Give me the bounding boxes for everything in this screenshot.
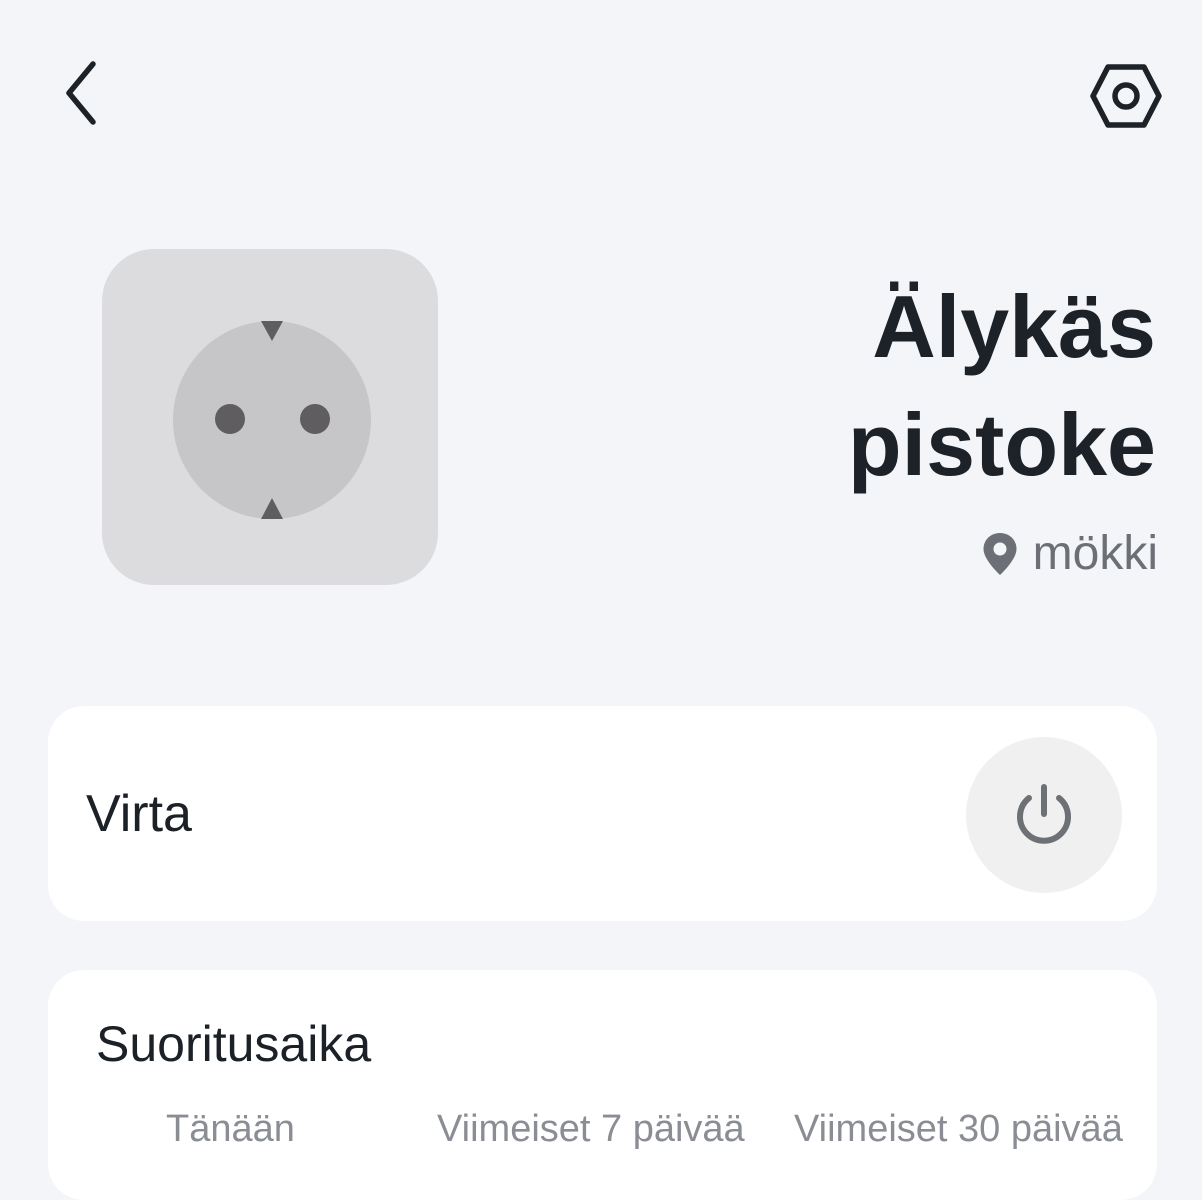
location-label: mökki <box>1032 527 1158 580</box>
device-image <box>102 249 438 585</box>
settings-button[interactable] <box>1080 54 1170 138</box>
tab-last-7-days[interactable]: Viimeiset 7 päivää <box>437 1104 745 1154</box>
power-socket-icon <box>173 321 371 519</box>
device-location: mökki <box>981 524 1158 584</box>
location-pin-icon <box>983 533 1017 575</box>
device-title: Älykäs pistoke <box>847 277 1156 494</box>
power-card: Virta <box>48 706 1157 921</box>
power-icon <box>1017 784 1071 844</box>
power-toggle-button[interactable] <box>966 737 1122 893</box>
runtime-card: Suoritusaika Tänään Viimeiset 7 päivää V… <box>48 970 1157 1200</box>
power-label: Virta <box>86 785 192 843</box>
runtime-title: Suoritusaika <box>96 1016 372 1072</box>
tab-last-30-days[interactable]: Viimeiset 30 päivää <box>794 1104 1123 1154</box>
tab-today[interactable]: Tänään <box>166 1104 295 1154</box>
back-button[interactable] <box>44 50 120 130</box>
hex-gear-icon <box>1090 64 1162 128</box>
chevron-left-icon <box>66 61 96 125</box>
